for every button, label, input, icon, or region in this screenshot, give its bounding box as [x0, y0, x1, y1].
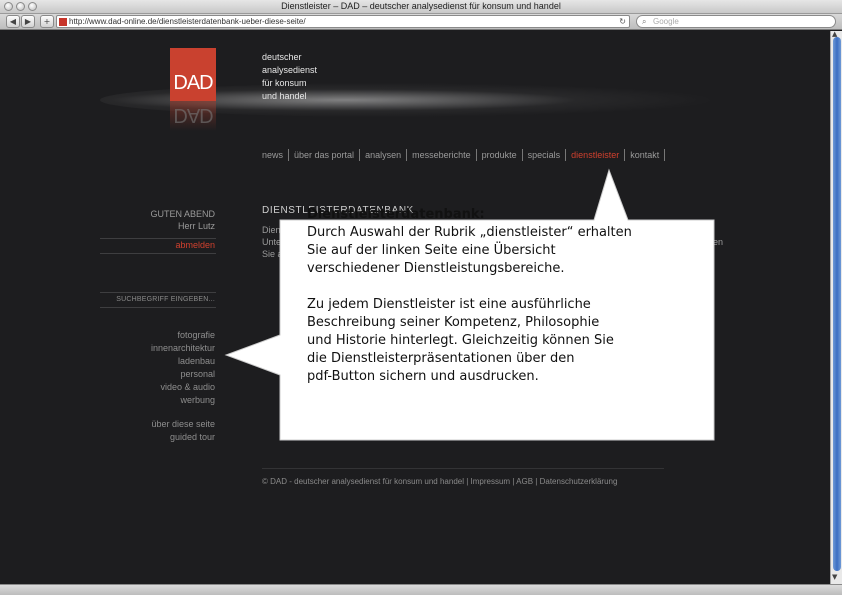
scroll-down-icon[interactable]: ▼ [832, 573, 837, 581]
callout-line: die Dienstleisterpräsentationen über den [307, 351, 575, 366]
callout-line: verschiedener Dienstleistungsbereiche. [307, 261, 565, 276]
callout-line: Sie auf der linken Seite eine Übersicht [307, 243, 556, 258]
vertical-scrollbar[interactable]: ▲ ▼ [830, 30, 842, 584]
callout-title: Dienstleisterdatenbank: [307, 207, 485, 222]
callout-line: Durch Auswahl der Rubrik „dienstleister“… [307, 225, 632, 240]
callout-line: pdf-Button sichern und ausdrucken. [307, 369, 539, 384]
callout-line: Zu jedem Dienstleister ist eine ausführl… [307, 297, 591, 312]
scrollbar-thumb[interactable] [833, 37, 841, 571]
callout-line: Beschreibung seiner Kompetenz, Philosoph… [307, 315, 600, 330]
callout-text: Dienstleisterdatenbank: Durch Auswahl de… [307, 206, 707, 386]
browser-window: Dienstleister – DAD – deutscher analysed… [0, 0, 842, 595]
callout-line: und Historie hinterlegt. Gleichzeitig kö… [307, 333, 614, 348]
callout-gap [307, 278, 707, 296]
status-bar [0, 584, 842, 595]
